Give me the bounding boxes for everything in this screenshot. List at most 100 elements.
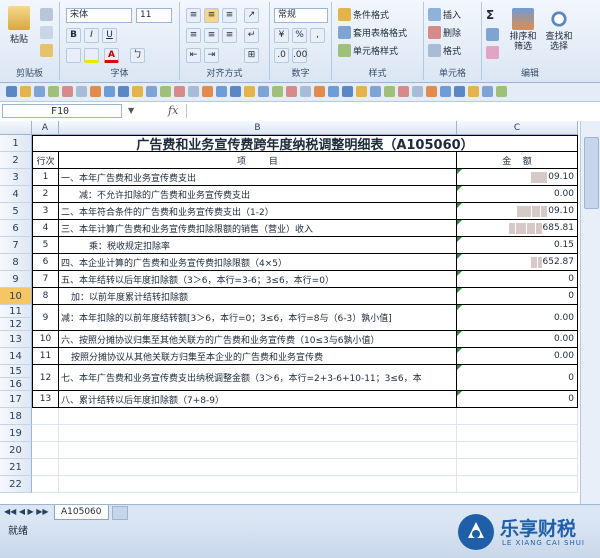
toolbar-icon[interactable] [62,86,73,97]
align-center-button[interactable]: ≡ [204,28,219,43]
toolbar-icon[interactable] [188,86,199,97]
toolbar-icon[interactable] [272,86,283,97]
align-bottom-button[interactable]: ≡ [222,8,237,23]
header-amount[interactable]: 金 额 [457,152,578,169]
toolbar-icon[interactable] [440,86,451,97]
row-header[interactable]: 6 [0,220,32,237]
toolbar-icon[interactable] [412,86,423,97]
format-button[interactable]: 格式 [428,44,461,57]
row-amount[interactable]: 0 [457,288,578,305]
toolbar-icon[interactable] [328,86,339,97]
toolbar-icon[interactable] [76,86,87,97]
empty-cell[interactable] [32,425,59,442]
row-amount[interactable]: 0 [457,271,578,288]
font-name-combo[interactable]: 宋体 [66,8,132,23]
empty-cell[interactable] [32,408,59,425]
empty-cell[interactable] [59,442,457,459]
empty-cell[interactable] [32,442,59,459]
increase-indent-button[interactable]: ⇥ [204,48,219,63]
row-item[interactable]: 五、本年结转以后年度扣除额（3＞6，本行=3-6；3≤6，本行=0） [59,271,457,288]
row-amount[interactable]: 0.00 [457,186,578,203]
format-painter-icon[interactable] [40,44,53,57]
sort-filter-button[interactable]: 排序和筛选 [506,8,540,52]
row-seq[interactable]: 5 [32,237,59,254]
toolbar-icon[interactable] [384,86,395,97]
align-middle-button[interactable]: ≡ [204,8,219,23]
row-amount[interactable]: 652.87 [457,254,578,271]
delete-button[interactable]: 删除 [428,26,461,39]
empty-cell[interactable] [457,442,578,459]
row-seq[interactable]: 3 [32,203,59,220]
toolbar-icon[interactable] [104,86,115,97]
toolbar-icon[interactable] [342,86,353,97]
row-seq[interactable]: 12 [32,365,59,391]
toolbar-icon[interactable] [468,86,479,97]
toolbar-icon[interactable] [216,86,227,97]
toolbar-icon[interactable] [244,86,255,97]
merge-center-button[interactable]: ⊞ [244,48,259,63]
row-header[interactable]: 22 [0,476,32,493]
row-header[interactable]: 14 [0,348,32,365]
row-seq[interactable]: 8 [32,288,59,305]
row-amount[interactable]: 0.00 [457,331,578,348]
row-item[interactable]: 七、本年广告费和业务宣传费支出纳税调整金额（3＞6，本行=2+3-6+10-11… [59,365,457,391]
header-seq[interactable]: 行次 [32,152,59,169]
row-item[interactable]: 加：以前年度累计结转扣除额 [59,288,457,305]
header-item[interactable]: 项 目 [59,152,457,169]
toolbar-icon[interactable] [356,86,367,97]
toolbar-icon[interactable] [34,86,45,97]
row-seq[interactable]: 13 [32,391,59,408]
empty-cell[interactable] [59,408,457,425]
row-header[interactable]: 20 [0,442,32,459]
row-header[interactable]: 15 [0,365,32,378]
toolbar-icon[interactable] [90,86,101,97]
align-right-button[interactable]: ≡ [222,28,237,43]
row-item[interactable]: 一、本年广告费和业务宣传费支出 [59,169,457,186]
column-header-b[interactable]: B [59,121,457,135]
row-header[interactable]: 11 [0,305,32,318]
row-header[interactable]: 8 [0,254,32,271]
row-header[interactable]: 3 [0,169,32,186]
toolbar-icon[interactable] [314,86,325,97]
toolbar-icon[interactable] [48,86,59,97]
find-select-button[interactable]: 查找和选择 [542,8,576,52]
fx-icon[interactable]: fx [168,104,178,117]
row-header[interactable]: 5 [0,203,32,220]
toolbar-icon[interactable] [454,86,465,97]
toolbar-icon[interactable] [300,86,311,97]
number-format-combo[interactable]: 常规 [274,8,328,23]
row-item[interactable]: 六、按照分摊协议归集至其他关联方的广告费和业务宣传费（10≤3与6孰小值） [59,331,457,348]
row-seq[interactable]: 7 [32,271,59,288]
fill-icon[interactable] [486,28,499,41]
name-box[interactable]: F10 [2,104,122,118]
column-header-a[interactable]: A [32,121,59,135]
comma-button[interactable]: , [310,28,325,43]
column-header-c[interactable]: C [457,121,578,135]
row-item[interactable]: 按照分摊协议从其他关联方归集至本企业的广告费和业务宣传费 [59,348,457,365]
conditional-format-button[interactable]: 条件格式 [338,8,389,21]
toolbar-icon[interactable] [146,86,157,97]
empty-cell[interactable] [457,459,578,476]
row-amount[interactable]: 685.81 [457,220,578,237]
toolbar-icon[interactable] [6,86,17,97]
row-item[interactable]: 四、本企业计算的广告费和业务宣传费扣除限额（4×5） [59,254,457,271]
row-header[interactable]: 9 [0,271,32,288]
row-header[interactable]: 1 [0,135,32,152]
toolbar-icon[interactable] [482,86,493,97]
empty-cell[interactable] [32,476,59,493]
decrease-decimal-button[interactable]: .00 [292,48,307,63]
select-all-corner[interactable] [0,121,32,135]
row-header[interactable]: 16 [0,378,32,391]
currency-button[interactable]: ¥ [274,28,289,43]
row-header[interactable]: 4 [0,186,32,203]
row-item[interactable]: 减：本年扣除的以前年度结转额[3＞6，本行=0；3≤6，本行=8与（6-3）孰小… [59,305,457,331]
bold-button[interactable]: B [66,28,81,43]
toolbar-icon[interactable] [20,86,31,97]
fill-color-button[interactable] [84,48,99,63]
cut-icon[interactable] [40,8,53,21]
row-header[interactable]: 19 [0,425,32,442]
toolbar-icon[interactable] [286,86,297,97]
empty-cell[interactable] [32,459,59,476]
row-amount[interactable]: 0.15 [457,237,578,254]
font-color-button[interactable]: A [104,48,119,63]
